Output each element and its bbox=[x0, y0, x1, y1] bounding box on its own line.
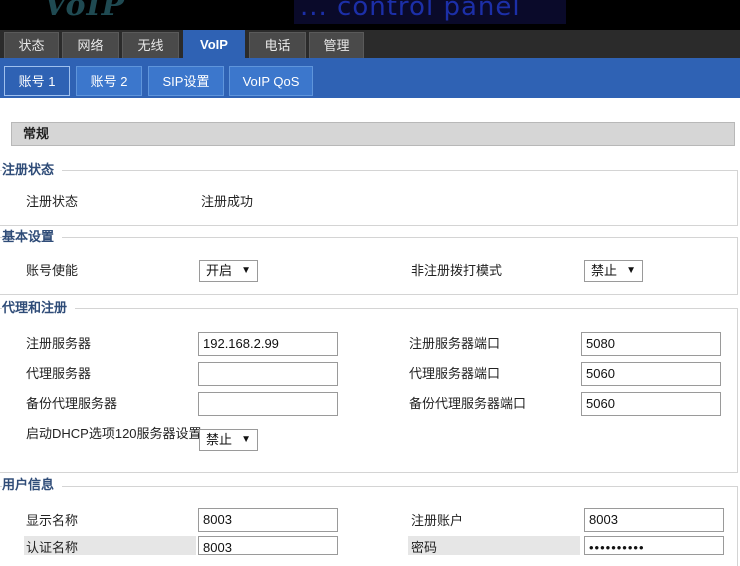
proxy-server-label: 代理服务器 bbox=[26, 366, 92, 381]
backup-proxy-input[interactable] bbox=[198, 392, 338, 416]
reg-account-input[interactable]: 8003 bbox=[584, 508, 724, 532]
header-title: ... control panel bbox=[300, 0, 521, 22]
legend-reg-status: 注册状态 bbox=[2, 162, 63, 178]
tab-status[interactable]: 状态 bbox=[4, 32, 59, 58]
account-enable-select[interactable]: 开启 ▼ bbox=[199, 260, 258, 282]
tab-voip-qos[interactable]: VoIP QoS bbox=[229, 66, 313, 96]
tab-manage[interactable]: 管理 bbox=[309, 32, 364, 58]
proxy-port-input[interactable]: 5060 bbox=[581, 362, 721, 386]
legend-basic: 基本设置 bbox=[2, 229, 63, 245]
reg-port-input[interactable]: 5080 bbox=[581, 332, 721, 356]
tab-phone[interactable]: 电话 bbox=[249, 32, 306, 58]
auth-name-input[interactable]: 8003 bbox=[198, 536, 338, 555]
password-label: 密码 bbox=[411, 540, 438, 555]
chevron-down-icon: ▼ bbox=[241, 434, 251, 445]
display-name-label: 显示名称 bbox=[26, 513, 79, 528]
reg-port-label: 注册服务器端口 bbox=[409, 336, 501, 351]
nonreg-dial-select[interactable]: 禁止 ▼ bbox=[584, 260, 643, 282]
reg-server-label: 注册服务器 bbox=[26, 336, 92, 351]
tab-wireless[interactable]: 无线 bbox=[122, 32, 179, 58]
backup-port-input[interactable]: 5060 bbox=[581, 392, 721, 416]
chevron-down-icon: ▼ bbox=[241, 265, 251, 276]
tab-voip[interactable]: VoIP bbox=[183, 30, 245, 58]
account-enable-label: 账号使能 bbox=[26, 263, 79, 278]
dhcp120-select[interactable]: 禁止 ▼ bbox=[199, 429, 258, 451]
account-enable-value: 开启 bbox=[206, 263, 233, 278]
reg-server-input[interactable]: 192.168.2.99 bbox=[198, 332, 338, 356]
main-nav: 状态 网络 无线 VoIP 电话 管理 bbox=[0, 30, 740, 58]
main-content: 常规 注册状态 注册状态 注册成功 基本设置 账号使能 开启 ▼ 非注册拨打模式… bbox=[0, 98, 740, 566]
sub-nav: 账号 1 账号 2 SIP设置 VoIP QoS bbox=[0, 58, 740, 98]
tab-account-2[interactable]: 账号 2 bbox=[76, 66, 142, 96]
tab-network[interactable]: 网络 bbox=[62, 32, 119, 58]
reg-status-value: 注册成功 bbox=[201, 194, 254, 209]
backup-port-label: 备份代理服务器端口 bbox=[409, 396, 527, 411]
reg-account-label: 注册账户 bbox=[411, 513, 464, 528]
nonreg-dial-label: 非注册拨打模式 bbox=[411, 263, 503, 278]
header-bar: VoIP ... control panel bbox=[0, 0, 740, 30]
reg-status-label: 注册状态 bbox=[26, 194, 79, 209]
password-input[interactable]: •••••••••• bbox=[584, 536, 724, 555]
dhcp120-value: 禁止 bbox=[206, 432, 233, 447]
dhcp120-label: 启动DHCP选项120服务器设置 bbox=[26, 426, 202, 441]
nonreg-dial-value: 禁止 bbox=[591, 263, 618, 278]
backup-proxy-label: 备份代理服务器 bbox=[26, 396, 118, 411]
fieldset-reg-status bbox=[0, 170, 738, 226]
legend-proxy: 代理和注册 bbox=[2, 300, 76, 316]
tab-account-1[interactable]: 账号 1 bbox=[4, 66, 70, 96]
legend-user: 用户信息 bbox=[2, 477, 63, 493]
proxy-port-label: 代理服务器端口 bbox=[409, 366, 501, 381]
display-name-input[interactable]: 8003 bbox=[198, 508, 338, 532]
tab-sip-settings[interactable]: SIP设置 bbox=[148, 66, 224, 96]
chevron-down-icon: ▼ bbox=[626, 265, 636, 276]
section-title: 常规 bbox=[11, 122, 735, 146]
logo: VoIP bbox=[44, 0, 126, 23]
proxy-server-input[interactable] bbox=[198, 362, 338, 386]
auth-name-label: 认证名称 bbox=[26, 540, 79, 555]
